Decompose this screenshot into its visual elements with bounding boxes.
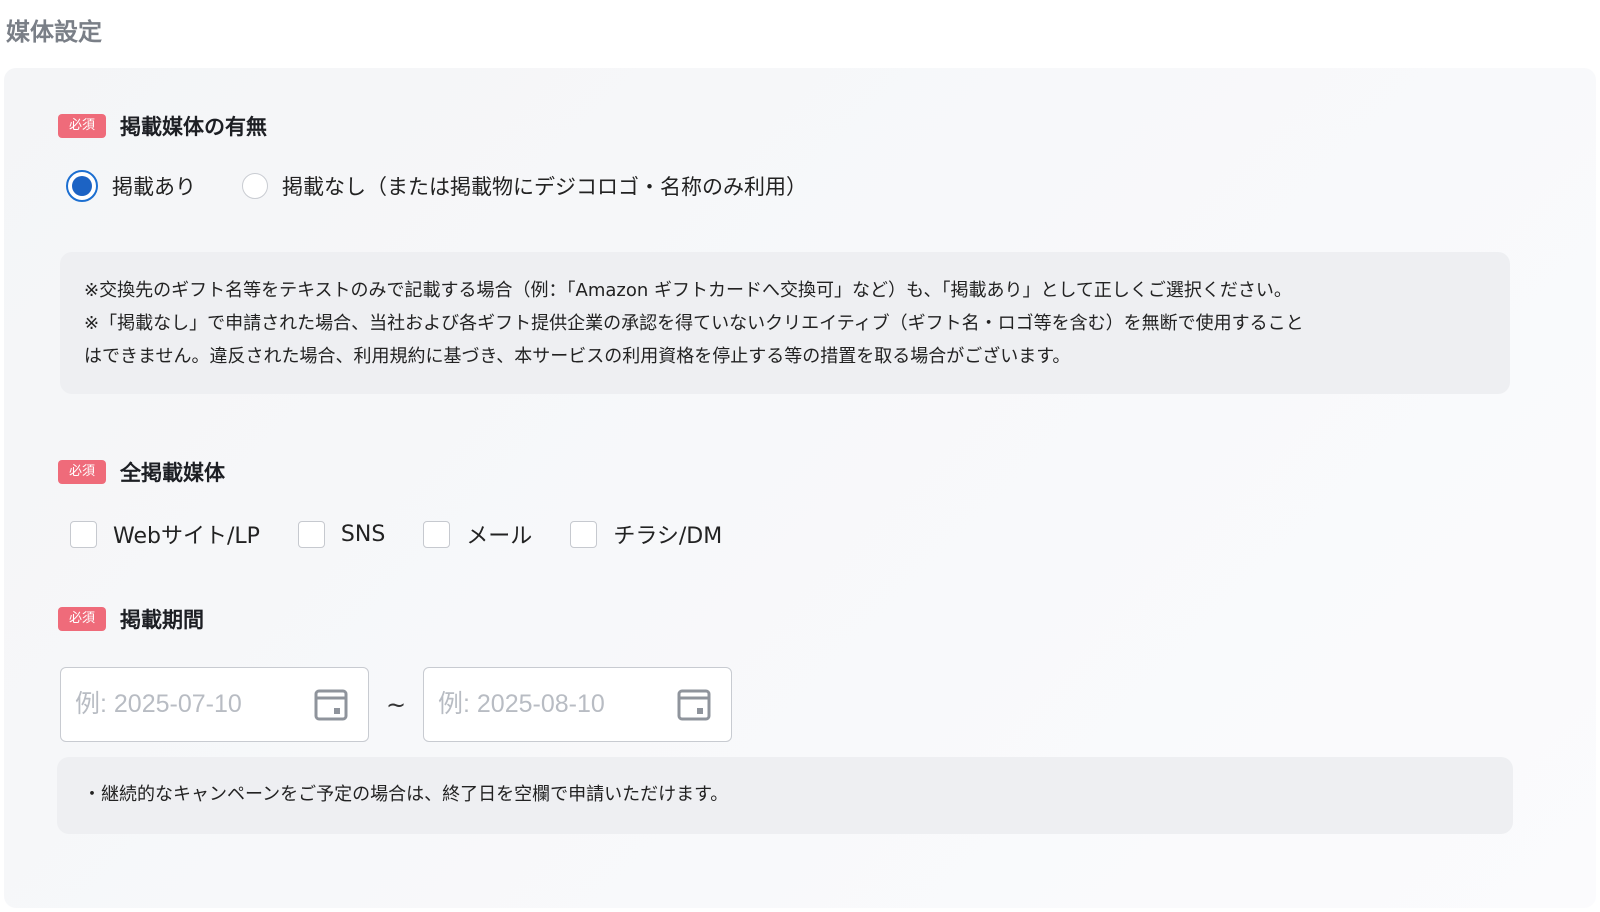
page-title: 媒体設定 — [6, 18, 102, 46]
radio-label-with-media: 掲載あり — [112, 175, 196, 199]
section-period-header: 必須 掲載期間 — [58, 604, 204, 634]
required-badge: 必須 — [58, 607, 106, 631]
period-note: ・継続的なキャンペーンをご予定の場合は、終了日を空欄で申請いただけます。 — [57, 757, 1513, 834]
media-presence-radio-group: 掲載あり 掲載なし（または掲載物にデジコロゴ・名称のみ利用） — [66, 170, 853, 202]
note-line: ・継続的なキャンペーンをご予定の場合は、終了日を空欄で申請いただけます。 — [83, 784, 729, 805]
checkbox-label-flyer: チラシ/DM — [613, 524, 723, 549]
checkbox-label-website: Webサイト/LP — [113, 524, 260, 549]
section-title-all-media: 全掲載媒体 — [120, 461, 225, 485]
checkbox-website[interactable] — [70, 520, 97, 548]
radio-without-media[interactable] — [242, 173, 268, 199]
start-date-field[interactable] — [60, 667, 369, 742]
required-badge: 必須 — [58, 114, 106, 138]
end-date-field[interactable] — [423, 667, 732, 742]
start-date-input[interactable] — [75, 690, 305, 719]
required-badge: 必須 — [58, 460, 106, 484]
checkbox-flyer[interactable] — [570, 520, 598, 548]
checkbox-option-mail[interactable]: メール — [423, 518, 532, 550]
note-line: ※「掲載なし」で申請された場合、当社および各ギフト提供企業の承認を得ていないクリ… — [84, 313, 1304, 334]
radio-label-without-media: 掲載なし（または掲載物にデジコロゴ・名称のみ利用） — [282, 175, 807, 199]
checkbox-mail[interactable] — [423, 520, 451, 548]
radio-option-with-media[interactable]: 掲載あり — [66, 170, 196, 202]
radio-selected-dot — [72, 176, 92, 196]
section-title-period: 掲載期間 — [120, 608, 204, 632]
checkbox-option-website[interactable]: Webサイト/LP — [70, 518, 260, 550]
checkbox-label-mail: メール — [466, 524, 533, 549]
section-media-presence-header: 必須 掲載媒体の有無 — [58, 111, 267, 141]
checkbox-sns[interactable] — [297, 520, 325, 548]
section-all-media-header: 必須 全掲載媒体 — [58, 457, 225, 487]
date-range-separator: ~ — [385, 690, 407, 719]
checkbox-label-sns: SNS — [340, 521, 386, 547]
checkbox-option-sns[interactable]: SNS — [297, 520, 386, 548]
note-line: ※交換先のギフト名等をテキストのみで記載する場合（例：「Amazon ギフトカー… — [84, 280, 1292, 301]
section-title-media-presence: 掲載媒体の有無 — [120, 115, 267, 139]
calendar-icon[interactable] — [677, 689, 711, 721]
note-line: はできません。違反された場合、利用規約に基づき、本サービスの利用資格を停止する等… — [84, 346, 1071, 367]
media-presence-note: ※交換先のギフト名等をテキストのみで記載する場合（例：「Amazon ギフトカー… — [60, 252, 1510, 394]
period-date-range: ~ — [60, 667, 732, 742]
all-media-checkbox-group: Webサイト/LP SNS メール チラシ/DM — [70, 518, 760, 550]
radio-option-without-media[interactable]: 掲載なし（または掲載物にデジコロゴ・名称のみ利用） — [242, 171, 807, 201]
checkbox-option-flyer[interactable]: チラシ/DM — [570, 518, 722, 550]
radio-with-media[interactable] — [66, 170, 98, 202]
calendar-icon[interactable] — [314, 689, 348, 721]
end-date-input[interactable] — [438, 690, 668, 719]
